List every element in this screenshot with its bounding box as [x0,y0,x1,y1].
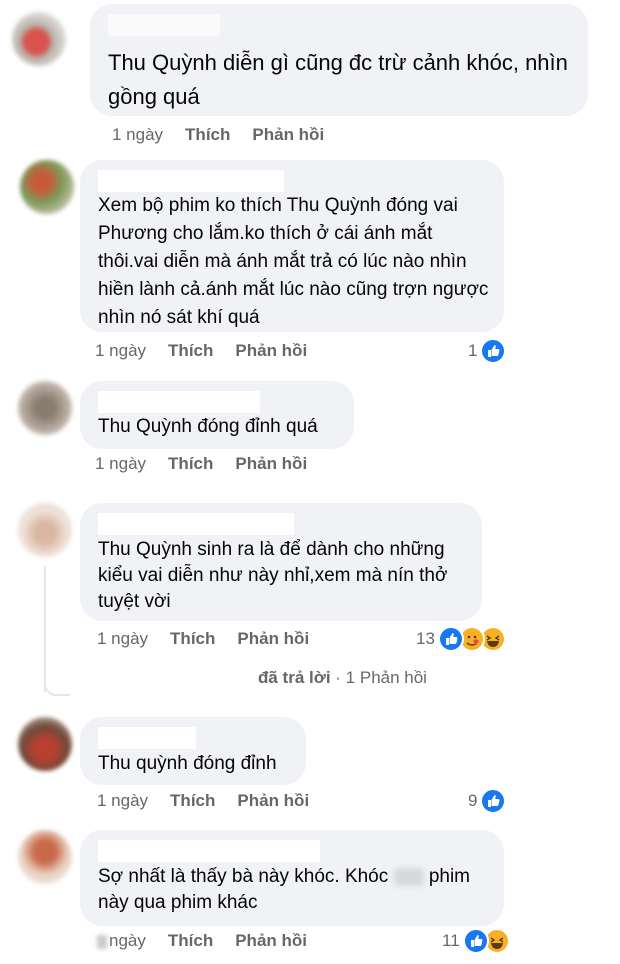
timestamp[interactable]: 1 ngày [95,454,146,474]
reply-button[interactable]: Phản hồi [235,931,307,951]
thread-connector [44,678,70,696]
reaction-summary[interactable]: 9 [468,788,507,814]
comment-actions: 1 ngày Thích Phản hồi [97,789,331,813]
reply-button[interactable]: Phản hồi [235,341,307,361]
comment-actions: 1 ngày Thích Phản hồi [95,339,329,363]
avatar[interactable] [18,503,72,557]
redacted-word [393,867,424,886]
comment-text: Xem bộ phim ko thích Thu Quỳnh đóng vai … [98,195,489,328]
timestamp[interactable]: 1 ngày [95,341,146,361]
author-name-redacted[interactable] [98,391,260,413]
replied-label: đã trả lời [258,668,331,687]
like-reaction-icon [480,338,507,364]
comment-actions: ngày Thích Phản hồi [97,929,329,953]
thread-line [44,566,46,692]
author-name-redacted[interactable] [98,727,196,749]
reply-button[interactable]: Phản hồi [252,125,324,145]
comment-bubble: Sợ nhất là thấy bà này khóc. Khóc phim n… [80,830,504,926]
timestamp[interactable]: 1 ngày [97,629,148,649]
like-reaction-icon [437,626,464,652]
like-button[interactable]: Thích [168,341,213,361]
comment-text: Thu Quỳnh diễn gì cũng đc trừ cảnh khóc,… [108,50,568,109]
reaction-summary[interactable]: 1 [468,338,507,364]
reaction-count: 13 [416,629,435,648]
reaction-count: 9 [468,791,478,810]
reply-button[interactable]: Phản hồi [235,454,307,474]
like-button[interactable]: Thích [170,791,215,811]
reaction-summary[interactable]: 13 [416,626,506,652]
comment-bubble: Thu Quỳnh sinh ra là để dành cho những k… [80,503,482,621]
like-button[interactable]: Thích [168,931,213,951]
author-name-redacted[interactable] [108,14,220,36]
timestamp[interactable]: ngày [97,931,146,951]
comment-bubble: Thu Quỳnh đóng đỉnh quá [80,381,354,449]
author-name-redacted[interactable] [98,513,294,535]
like-reaction-icon [480,788,507,814]
comment-actions: 1 ngày Thích Phản hồi [95,452,329,476]
comment-actions: 1 ngày Thích Phản hồi [112,123,346,147]
timestamp-label: ngày [109,931,146,950]
reply-count: 1 Phản hồi [345,668,427,687]
author-name-redacted[interactable] [98,840,320,862]
like-button[interactable]: Thích [185,125,230,145]
avatar[interactable] [18,717,72,771]
reply-button[interactable]: Phản hồi [237,791,309,811]
avatar[interactable] [20,160,74,214]
comment-text: Thu Quỳnh đóng đỉnh quá [98,416,318,437]
comment-bubble: Thu Quỳnh diễn gì cũng đc trừ cảnh khóc,… [90,4,588,116]
like-button[interactable]: Thích [170,629,215,649]
comment-bubble: Xem bộ phim ko thích Thu Quỳnh đóng vai … [80,160,504,332]
view-replies-link[interactable]: đã trả lời · 1 Phản hồi [258,668,427,688]
comment-bubble: Thu quỳnh đóng đỉnh [80,717,306,785]
reaction-count: 1 [468,341,478,360]
separator: · [330,668,346,687]
comment-text-before: Sợ nhất là thấy bà này khóc. Khóc [98,866,389,887]
avatar[interactable] [18,830,72,884]
author-name-redacted[interactable] [98,170,284,192]
avatar[interactable] [12,12,66,66]
like-button[interactable]: Thích [168,454,213,474]
reaction-count: 11 [442,931,460,950]
timestamp[interactable]: 1 ngày [97,791,148,811]
reply-button[interactable]: Phản hồi [237,629,309,649]
avatar[interactable] [18,381,72,435]
comment-actions: 1 ngày Thích Phản hồi [97,627,331,651]
comment-text: Sợ nhất là thấy bà này khóc. Khóc phim n… [98,864,490,916]
reaction-summary[interactable]: 11 [442,928,510,954]
comment-text: Thu Quỳnh sinh ra là để dành cho những k… [98,539,448,612]
timestamp[interactable]: 1 ngày [112,125,163,145]
like-reaction-icon [462,928,489,954]
comment-text: Thu quỳnh đóng đỉnh [98,753,277,774]
